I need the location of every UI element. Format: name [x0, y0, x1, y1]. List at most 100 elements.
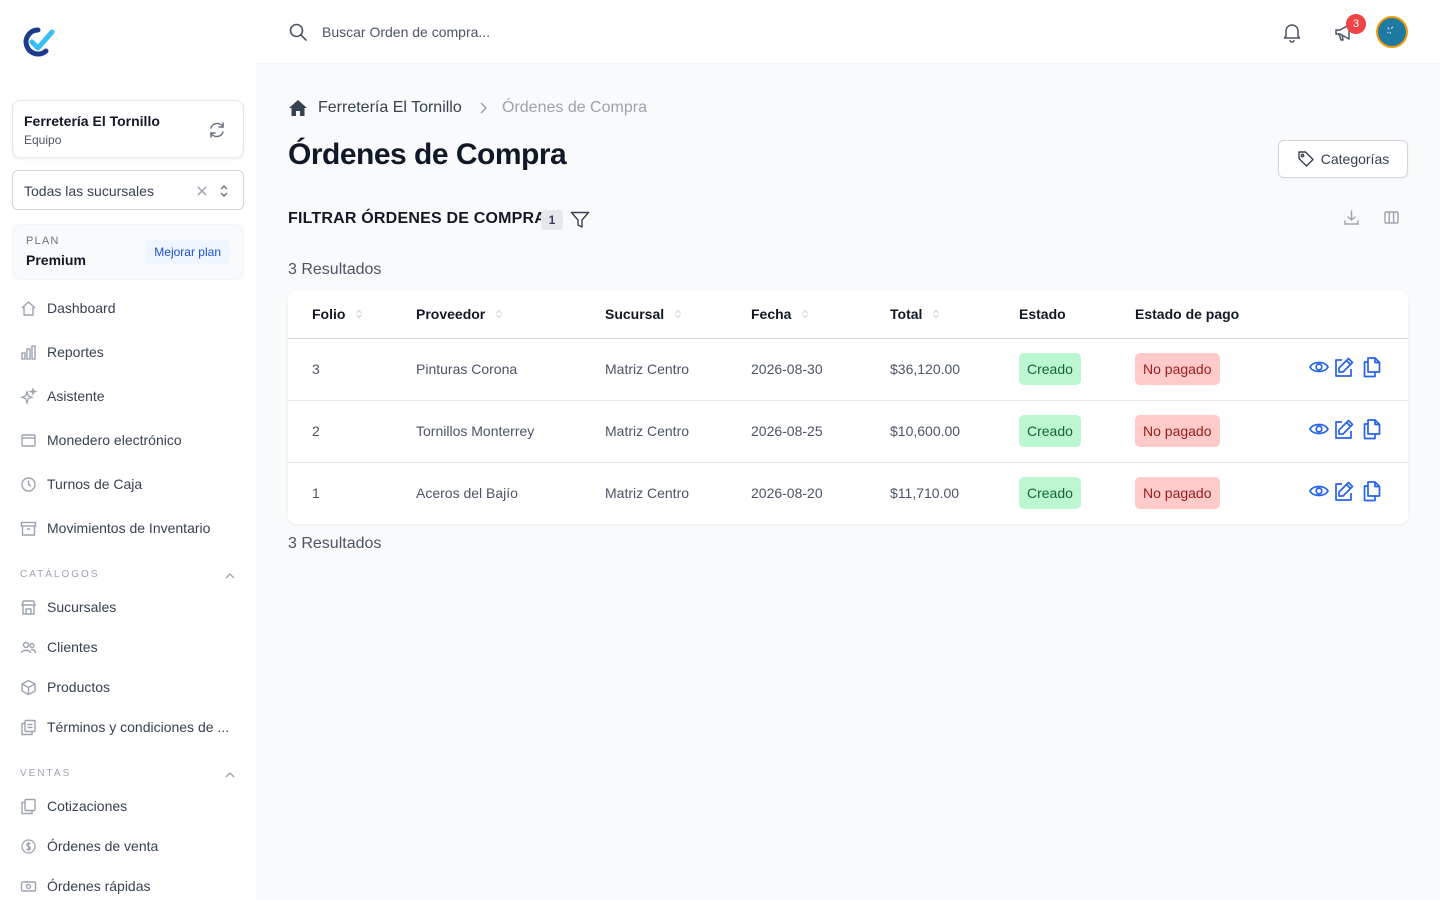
organization-name: Ferretería El Tornillo [24, 113, 160, 129]
cell-fecha: 2026-08-20 [751, 485, 823, 501]
edit-icon[interactable] [1333, 418, 1355, 440]
sidebar-item-movimientos[interactable]: Movimientos de Inventario [20, 517, 210, 539]
wallet-icon [20, 432, 37, 449]
clear-icon[interactable] [195, 184, 209, 198]
column-header-sucursal[interactable]: Sucursal [605, 306, 682, 322]
sparkles-icon [20, 387, 37, 405]
breadcrumb-current: Órdenes de Compra [502, 99, 647, 116]
bar-chart-icon [20, 344, 37, 361]
payment-status-badge: No pagado [1135, 353, 1220, 385]
filter-icon[interactable] [570, 211, 590, 229]
logo-icon[interactable] [20, 26, 56, 58]
branch-select-value: Todas las sucursales [24, 183, 154, 199]
search-icon [288, 22, 308, 42]
cell-sucursal: Matriz Centro [605, 485, 690, 501]
sidebar-item-cotizaciones[interactable]: Cotizaciones [20, 795, 127, 817]
chevron-up-down-icon [217, 183, 231, 199]
upgrade-plan-button[interactable]: Mejorar plan [145, 240, 230, 264]
duplicate-icon[interactable] [1361, 356, 1383, 378]
column-header-total[interactable]: Total [890, 306, 940, 322]
sidebar-item-label: Turnos de Caja [47, 476, 143, 492]
results-count-top: 3 Resultados [288, 261, 382, 278]
columns-icon[interactable] [1383, 209, 1400, 226]
sort-icon [495, 309, 503, 319]
box-icon [20, 679, 37, 696]
status-badge: Creado [1019, 477, 1081, 509]
clock-icon [20, 476, 37, 493]
cell-total: $36,120.00 [890, 361, 961, 377]
column-header-fecha[interactable]: Fecha [751, 306, 809, 322]
categories-button[interactable]: Categorías [1278, 140, 1408, 178]
column-header-label: Estado [1019, 306, 1066, 322]
sidebar-item-dashboard[interactable]: Dashboard [20, 297, 116, 319]
copy-icon [20, 798, 37, 815]
plan-box: PLAN Premium Mejorar plan [12, 224, 244, 280]
sidebar-item-terminos[interactable]: Términos y condiciones de ... [20, 716, 229, 738]
cell-proveedor: Aceros del Bajío [416, 485, 518, 501]
section-ventas[interactable]: VENTAS [20, 768, 236, 782]
results-count-bottom: 3 Resultados [288, 535, 382, 552]
chevron-right-icon [476, 101, 490, 115]
organization-switcher[interactable]: Ferretería El Tornillo Equipo [12, 100, 244, 158]
status-badge: Creado [1019, 415, 1081, 447]
sidebar-item-clientes[interactable]: Clientes [20, 636, 98, 658]
download-icon[interactable] [1343, 209, 1360, 226]
cell-proveedor: Pinturas Corona [416, 361, 518, 377]
sidebar-item-productos[interactable]: Productos [20, 676, 110, 698]
sidebar-item-ordenes-rapidas[interactable]: Órdenes rápidas [20, 875, 151, 897]
eye-icon[interactable] [1308, 356, 1330, 378]
table-row[interactable]: 2 Tornillos Monterrey Matriz Centro 2026… [288, 401, 1408, 463]
sidebar-item-label: Términos y condiciones de ... [47, 719, 230, 735]
table-row[interactable]: 1 Aceros del Bajío Matriz Centro 2026-08… [288, 463, 1408, 524]
status-badge: Creado [1019, 353, 1081, 385]
table-row[interactable]: 3 Pinturas Corona Matriz Centro 2026-08-… [288, 339, 1408, 401]
bell-icon[interactable] [1281, 21, 1303, 43]
search-input[interactable] [322, 20, 722, 44]
cell-folio: 2 [312, 423, 320, 439]
sidebar-item-label: Productos [47, 679, 111, 695]
column-header-label: Sucursal [605, 306, 665, 322]
dollar-circle-icon [20, 838, 37, 855]
sidebar-item-sucursales[interactable]: Sucursales [20, 596, 116, 618]
edit-icon[interactable] [1333, 356, 1355, 378]
section-title: CATÁLOGOS [20, 569, 100, 580]
cell-sucursal: Matriz Centro [605, 361, 690, 377]
section-catalogos[interactable]: CATÁLOGOS [20, 569, 236, 583]
edit-icon[interactable] [1333, 480, 1355, 502]
sidebar-item-label: Monedero electrónico [47, 432, 182, 448]
sidebar-item-label: Órdenes rápidas [47, 878, 151, 894]
column-header-label: Estado de pago [1135, 306, 1240, 322]
home-icon[interactable] [288, 99, 308, 117]
document-copy-icon [20, 719, 37, 736]
column-header-proveedor[interactable]: Proveedor [416, 306, 503, 322]
column-header-label: Fecha [751, 306, 792, 322]
column-header-folio[interactable]: Folio [312, 306, 363, 322]
orders-table: Folio Proveedor Sucursal Fecha Total Est… [288, 290, 1408, 524]
sort-icon [932, 309, 940, 319]
cell-fecha: 2026-08-30 [751, 361, 823, 377]
top-bar: 3 [256, 0, 1440, 64]
sidebar-item-turnos[interactable]: Turnos de Caja [20, 473, 142, 495]
duplicate-icon[interactable] [1361, 418, 1383, 440]
cell-folio: 3 [312, 361, 320, 377]
filter-count-badge: 1 [541, 210, 563, 230]
cell-sucursal: Matriz Centro [605, 423, 690, 439]
sidebar-item-monedero[interactable]: Monedero electrónico [20, 429, 182, 451]
plan-name: Premium [26, 252, 86, 268]
section-title: VENTAS [20, 768, 72, 779]
sidebar-item-label: Reportes [47, 344, 104, 360]
branch-select[interactable]: Todas las sucursales [12, 170, 244, 210]
duplicate-icon[interactable] [1361, 480, 1383, 502]
eye-icon[interactable] [1308, 480, 1330, 502]
chevron-up-icon [224, 769, 236, 781]
cell-folio: 1 [312, 485, 320, 501]
avatar[interactable] [1376, 16, 1408, 48]
breadcrumb-parent[interactable]: Ferretería El Tornillo [318, 99, 462, 117]
cell-total: $11,710.00 [890, 485, 960, 501]
payment-status-badge: No pagado [1135, 477, 1220, 509]
refresh-icon[interactable] [207, 120, 227, 140]
sidebar-item-ordenes-venta[interactable]: Órdenes de venta [20, 835, 158, 857]
eye-icon[interactable] [1308, 418, 1330, 440]
sidebar-item-reportes[interactable]: Reportes [20, 341, 104, 363]
sidebar-item-asistente[interactable]: Asistente [20, 385, 105, 407]
